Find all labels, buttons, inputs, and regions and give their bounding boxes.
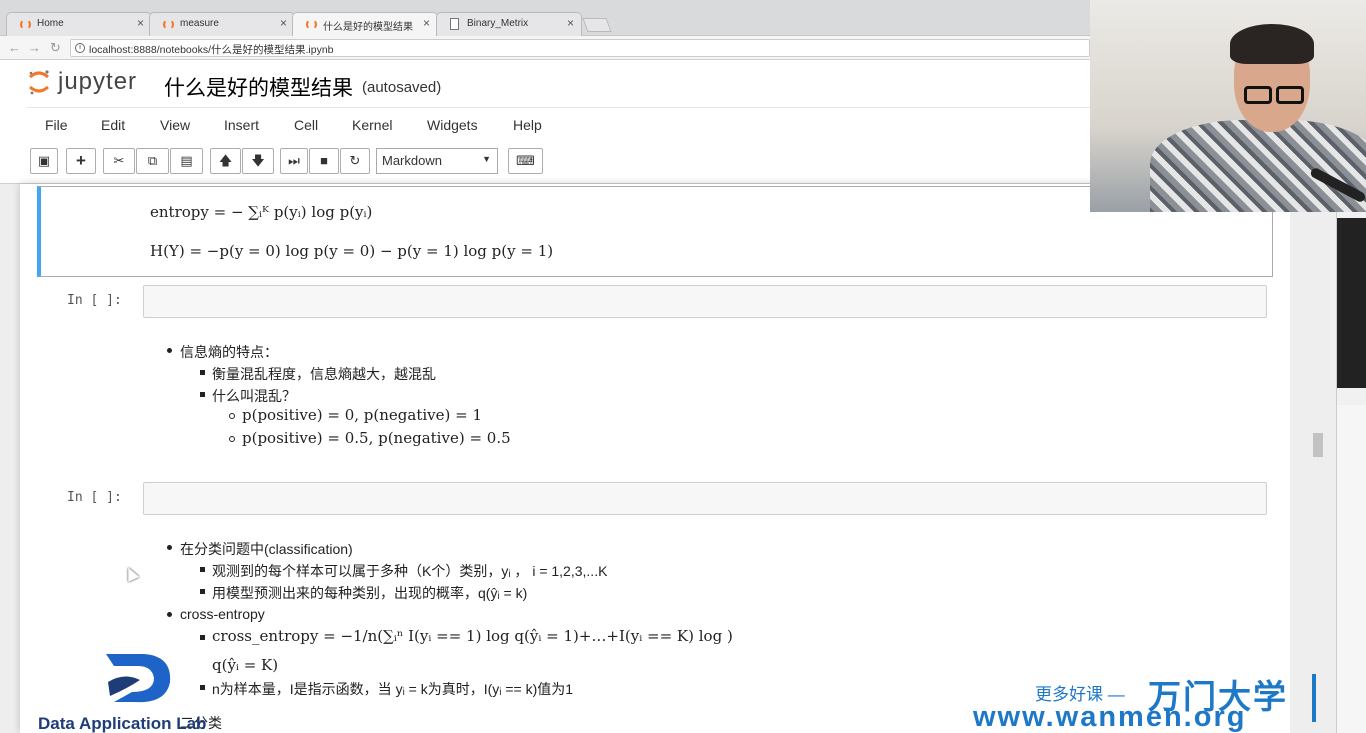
insert-cell-icon[interactable]: +: [66, 148, 96, 174]
list-item: 衡量混乱程度，信息熵越大，越混乱: [212, 366, 436, 382]
new-tab-button[interactable]: [582, 18, 612, 32]
glasses-icon: [1276, 86, 1304, 104]
tab-title: Binary_Metrix: [467, 18, 529, 29]
close-icon[interactable]: ×: [423, 16, 430, 30]
cut-icon[interactable]: ✂: [103, 148, 135, 174]
bullet: [229, 436, 235, 442]
probability-formula: p(positive) = 0.5, p(negative) = 0.5: [242, 429, 511, 447]
glasses-icon: [1244, 86, 1272, 104]
bullet: [200, 685, 205, 690]
bullet: [200, 392, 205, 397]
paste-icon[interactable]: ▤: [170, 148, 203, 174]
list-item: 信息熵的特点：: [180, 344, 278, 360]
forward-arrow-icon[interactable]: →: [28, 40, 41, 55]
copy-icon[interactable]: ⧉: [136, 148, 169, 174]
list-item: 观测到的每个样本可以属于多种（K个）类别，yᵢ ， i = 1,2,3,...K: [212, 563, 608, 579]
scrollbar-thumb[interactable]: [1313, 433, 1323, 457]
data-application-lab-logo: [106, 654, 171, 703]
code-cell-input[interactable]: [143, 482, 1267, 515]
url-text: localhost:8888/notebooks/什么是好的模型结果.ipynb: [89, 44, 334, 56]
url-watermark: www.wanmen.org: [973, 701, 1247, 733]
back-arrow-icon[interactable]: ←: [8, 40, 21, 55]
list-item: 什么叫混乱？: [212, 388, 296, 404]
menu-insert[interactable]: Insert: [224, 117, 259, 133]
move-up-icon[interactable]: 🡅: [210, 148, 241, 174]
url-input[interactable]: i localhost:8888/notebooks/什么是好的模型结果.ipy…: [70, 39, 1090, 57]
code-cell-input[interactable]: [143, 285, 1267, 318]
close-icon[interactable]: ×: [567, 16, 574, 30]
keyboard-icon[interactable]: ⌨: [508, 148, 543, 174]
restart-icon[interactable]: ↻: [340, 148, 370, 174]
side-window-light: [1337, 405, 1366, 733]
jupyter-favicon-icon: [163, 19, 174, 30]
bullet: [167, 612, 172, 617]
cross-entropy-formula: cross_entropy = −1/n(∑ᵢⁿ I(yᵢ == 1) log …: [212, 627, 733, 645]
reload-icon[interactable]: ↻: [50, 40, 61, 56]
save-icon[interactable]: ▣: [30, 148, 58, 174]
menu-edit[interactable]: Edit: [101, 117, 125, 133]
jupyter-favicon-icon: [306, 19, 317, 30]
browser-tab-measure[interactable]: measure ×: [149, 12, 295, 36]
presenter-body: [1150, 120, 1366, 212]
selected-markdown-cell[interactable]: [37, 186, 1273, 277]
menu-view[interactable]: View: [160, 117, 190, 133]
menu-widgets[interactable]: Widgets: [427, 117, 478, 133]
jupyter-wordmark: jupyter: [58, 68, 138, 95]
jupyter-favicon-icon: [20, 19, 31, 30]
bullet: [200, 370, 205, 375]
cell-type-value: Markdown: [382, 153, 442, 168]
side-window-dark: [1337, 218, 1366, 388]
cross-entropy-formula-continued: q(ŷᵢ = K): [212, 656, 279, 674]
presenter-hair: [1230, 24, 1314, 64]
bullet: [200, 567, 205, 572]
chevron-down-icon: ▼: [482, 154, 491, 164]
tab-title: Home: [37, 18, 64, 29]
list-item: cross-entropy: [180, 606, 265, 622]
input-prompt: In [ ]:: [67, 490, 122, 505]
menu-file[interactable]: File: [45, 117, 68, 133]
menu-bar: File Edit View Insert Cell Kernel Widget…: [27, 107, 1127, 140]
bullet: [200, 635, 205, 640]
close-icon[interactable]: ×: [137, 16, 144, 30]
binary-entropy-formula: H(Y) = −p(y = 0) log p(y = 0) − p(y = 1)…: [150, 242, 554, 260]
bullet: [167, 348, 172, 353]
org-watermark: Data Application Lab: [38, 714, 207, 733]
list-item: 在分类问题中(classification): [180, 541, 353, 557]
run-icon[interactable]: ⏭: [280, 148, 308, 174]
watermark-divider: [1312, 674, 1316, 722]
webcam-overlay: [1090, 0, 1366, 212]
browser-tab-binary-metrix[interactable]: Binary_Metrix ×: [436, 12, 582, 36]
autosave-status: (autosaved): [362, 79, 442, 96]
browser-tab-home[interactable]: Home ×: [6, 12, 152, 36]
entropy-formula: entropy = − ∑ᵢᴷ p(yᵢ) log p(yᵢ): [150, 203, 373, 221]
list-item: 用模型预测出来的每种类别，出现的概率，q(ŷᵢ = k): [212, 585, 528, 601]
list-item: n为样本量，I是指示函数，当 yᵢ = k为真时，I(yᵢ == k)值为1: [212, 681, 574, 697]
cell-type-select[interactable]: Markdown ▼: [376, 148, 498, 174]
info-icon[interactable]: i: [75, 43, 85, 53]
probability-formula: p(positive) = 0, p(negative) = 1: [242, 406, 483, 424]
stop-icon[interactable]: ■: [309, 148, 339, 174]
tab-title: measure: [180, 18, 219, 29]
close-icon[interactable]: ×: [280, 16, 287, 30]
bullet: [200, 589, 205, 594]
browser-tab-current[interactable]: 什么是好的模型结果 ×: [292, 12, 438, 36]
bullet: [167, 545, 172, 550]
jupyter-logo-icon[interactable]: [28, 68, 50, 96]
bullet: [229, 413, 235, 419]
document-icon: [450, 18, 459, 30]
input-prompt: In [ ]:: [67, 293, 122, 308]
menu-help[interactable]: Help: [513, 117, 542, 133]
move-down-icon[interactable]: 🡇: [242, 148, 274, 174]
menu-kernel[interactable]: Kernel: [352, 117, 392, 133]
menu-cell[interactable]: Cell: [294, 117, 318, 133]
page-gutter: [1290, 184, 1336, 733]
notebook-title[interactable]: 什么是好的模型结果: [164, 72, 353, 102]
tab-title: 什么是好的模型结果: [323, 22, 413, 33]
